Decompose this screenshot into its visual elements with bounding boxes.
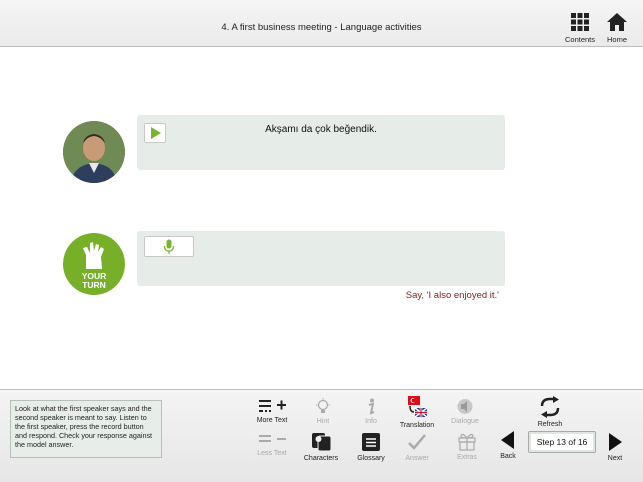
extras-label: Extras [457,454,477,461]
home-button[interactable]: Home [597,12,637,44]
info-button[interactable]: Info [351,398,391,425]
less-text-button[interactable]: Less Text [252,433,292,457]
app: 4. A first business meeting - Language a… [0,0,643,482]
dialogue-label: Dialogue [451,418,479,425]
dialogue-button[interactable]: Dialogue [445,398,485,425]
next-label: Next [607,455,623,462]
pointing-hand-icon [83,242,104,269]
contents-label: Contents [564,35,596,44]
glossary-icon [362,433,380,451]
page-title: 4. A first business meeting - Language a… [221,22,422,33]
grid-icon [571,13,589,31]
info-label: Info [365,418,377,425]
dialogue-speaker-icon [457,399,473,414]
back-button[interactable]: Back [488,430,528,460]
speaker-avatar [63,121,125,183]
back-label: Back [500,453,516,460]
toolbar: Look at what the first speaker says and … [0,389,643,482]
translation-flags-icon [408,396,428,418]
info-icon [368,398,375,415]
dialogue-area: Akşamı da çok beğendik. YOUR TURN Say, '… [0,48,643,389]
speaker-bubble: Akşamı da çok beğendik. [137,115,505,170]
speaker-photo [63,121,125,183]
glossary-button[interactable]: Glossary [351,432,391,462]
step-indicator: Step 13 of 16 [528,431,596,453]
speaker-line: Akşamı da çok beğendik. [265,124,377,135]
more-text-label: More Text [256,417,288,424]
response-bubble [137,231,505,286]
answer-label: Answer [405,455,429,462]
refresh-label: Refresh [537,421,563,428]
next-button[interactable]: Next [595,432,635,462]
characters-icon [312,433,332,452]
glossary-label: Glossary [357,455,385,462]
say-prompt: Say, 'I also enjoyed it.' [405,290,499,301]
home-label: Home [606,35,627,44]
record-button[interactable] [144,236,194,257]
back-arrow-icon [501,431,514,449]
instructions-box: Look at what the first speaker says and … [10,400,162,458]
header-bar: 4. A first business meeting - Language a… [0,0,643,47]
answer-button[interactable]: Answer [397,432,437,462]
less-text-label: Less Text [257,450,287,457]
characters-label: Characters [303,455,339,462]
your-turn-line2: TURN [82,280,106,290]
refresh-button[interactable]: Refresh [530,396,570,428]
translation-button[interactable]: Translation [397,395,437,429]
gift-icon [458,433,476,451]
characters-button[interactable]: Characters [301,432,341,462]
lightbulb-icon [316,398,330,413]
hint-label: Hint [316,418,330,425]
translation-label: Translation [399,422,435,429]
home-icon [607,13,627,31]
less-text-icon [259,435,286,442]
refresh-icon [540,396,560,418]
checkmark-icon [408,434,426,450]
next-arrow-icon [609,433,622,451]
extras-button[interactable]: Extras [447,431,487,461]
your-turn-avatar: YOUR TURN [63,233,125,295]
your-turn-text: YOUR TURN [63,272,125,290]
microphone-icon [163,239,175,254]
more-text-button[interactable]: More Text [252,398,292,424]
contents-button[interactable]: Contents [560,12,600,44]
hint-button[interactable]: Hint [303,398,343,425]
more-text-icon [259,400,286,412]
